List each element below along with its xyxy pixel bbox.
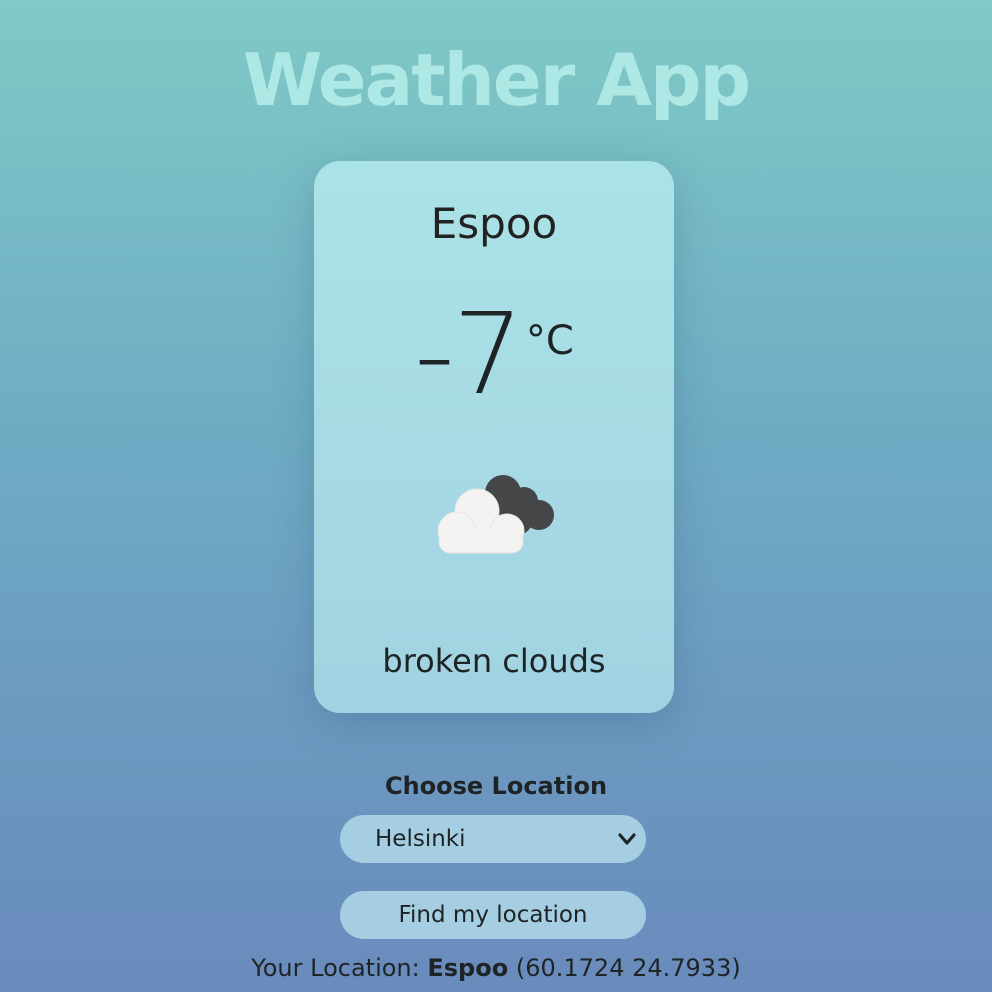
chevron-down-icon	[618, 833, 636, 845]
find-my-location-button[interactable]: Find my location	[340, 891, 646, 939]
weather-description: broken clouds	[382, 642, 606, 680]
temperature-unit: °C	[525, 318, 574, 364]
your-location-prefix: Your Location:	[251, 954, 420, 982]
weather-card: Espoo -7 °C broken clouds	[314, 161, 674, 713]
broken-clouds-icon	[437, 475, 554, 554]
temperature-display: -7 °C	[314, 299, 674, 411]
your-location-text: Your Location: Espoo (60.1724 24.7933)	[0, 952, 992, 984]
location-select-value: Helsinki	[375, 826, 466, 852]
temperature-value: -7	[414, 290, 524, 420]
location-select[interactable]: Helsinki	[340, 815, 646, 863]
your-location-coords: (60.1724 24.7933)	[515, 954, 741, 982]
your-location-city: Espoo	[427, 954, 509, 982]
app-title: Weather App	[242, 38, 751, 122]
city-name: Espoo	[430, 199, 558, 248]
choose-location-label: Choose Location	[384, 772, 608, 800]
